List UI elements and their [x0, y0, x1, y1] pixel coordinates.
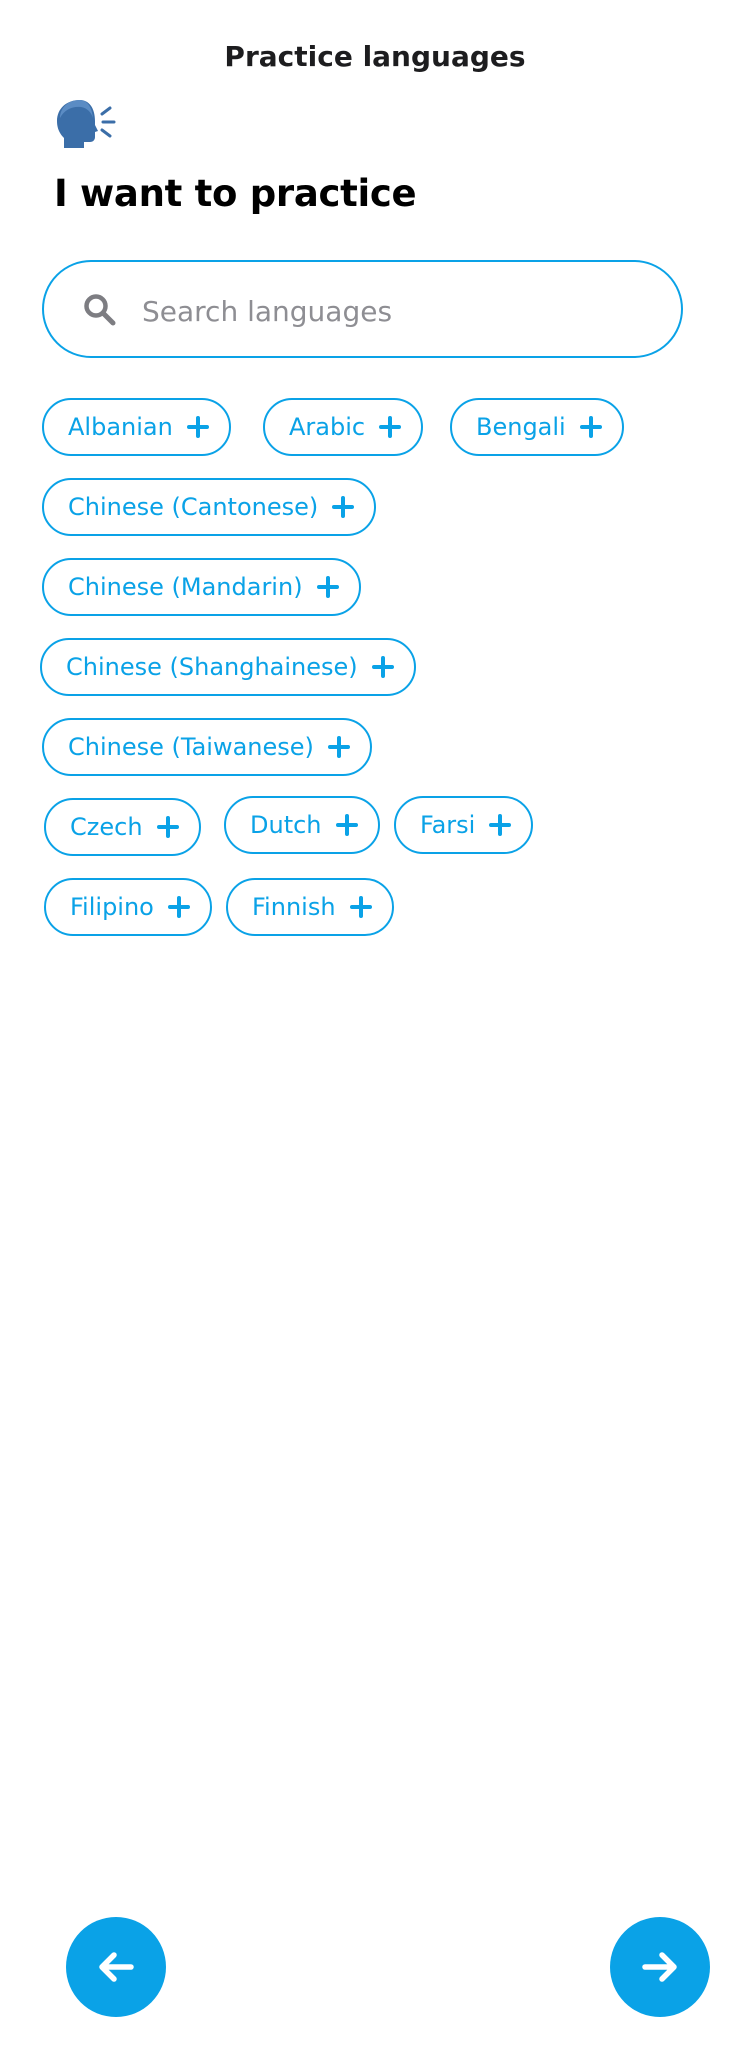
section-heading: I want to practice: [54, 172, 417, 215]
language-chip-arabic[interactable]: Arabic: [263, 398, 424, 456]
language-chip-czech[interactable]: Czech: [44, 798, 201, 856]
language-chip-albanian[interactable]: Albanian: [42, 398, 231, 456]
language-chip-bengali[interactable]: Bengali: [450, 398, 624, 456]
chip-label: Albanian: [68, 413, 173, 441]
search-input[interactable]: [140, 284, 644, 338]
chip-label: Dutch: [250, 811, 322, 839]
page-title: Practice languages: [224, 40, 526, 73]
next-button[interactable]: [610, 1917, 710, 2017]
arrow-left-icon: [99, 1952, 134, 1982]
chip-label: Chinese (Cantonese): [68, 493, 319, 521]
chip-label: Czech: [70, 813, 143, 841]
language-chip-finnish[interactable]: Finnish: [226, 878, 394, 936]
plus-icon: [371, 656, 394, 678]
plus-icon: [156, 816, 179, 838]
plus-icon: [327, 736, 350, 758]
plus-icon: [335, 814, 358, 836]
plus-icon: [379, 416, 402, 438]
language-chip-chinese-mandarin[interactable]: Chinese (Mandarin): [42, 558, 361, 616]
chip-label: Chinese (Shanghainese): [66, 653, 358, 681]
plus-icon: [349, 896, 372, 918]
arrow-right-icon: [642, 1952, 677, 1982]
search-box[interactable]: [42, 260, 683, 358]
back-button[interactable]: [66, 1917, 166, 2017]
language-chip-filipino[interactable]: Filipino: [44, 878, 212, 936]
chip-label: Finnish: [252, 893, 336, 921]
language-chip-chinese-cantonese[interactable]: Chinese (Cantonese): [42, 478, 377, 536]
plus-icon: [167, 896, 190, 918]
plus-icon: [316, 576, 339, 598]
language-chip-dutch[interactable]: Dutch: [224, 796, 380, 854]
plus-icon: [332, 496, 355, 518]
speaking-head-icon: [57, 100, 116, 148]
language-chip-chinese-shanghainese[interactable]: Chinese (Shanghainese): [40, 638, 416, 696]
chip-label: Bengali: [476, 413, 566, 441]
chip-label: Arabic: [289, 413, 366, 441]
chip-label: Chinese (Taiwanese): [68, 733, 314, 761]
plus-icon: [579, 416, 602, 438]
language-chip-farsi[interactable]: Farsi: [394, 796, 534, 854]
chip-label: Chinese (Mandarin): [68, 573, 303, 601]
chip-label: Farsi: [420, 811, 476, 839]
chip-label: Filipino: [70, 893, 154, 921]
search-icon: [84, 294, 116, 326]
language-chip-chinese-taiwanese[interactable]: Chinese (Taiwanese): [42, 718, 372, 776]
plus-icon: [186, 416, 209, 438]
plus-icon: [489, 814, 512, 836]
